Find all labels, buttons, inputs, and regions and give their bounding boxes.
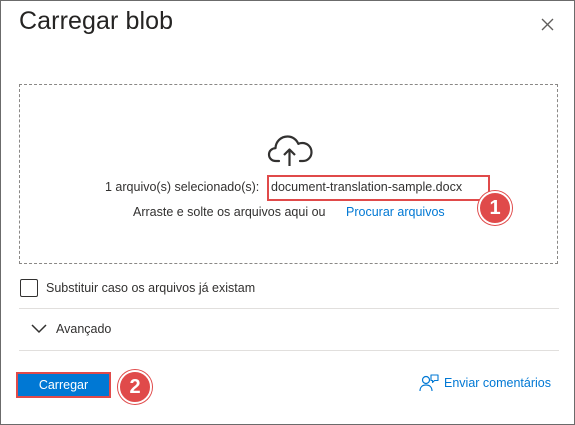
file-drop-zone[interactable] bbox=[19, 84, 558, 264]
advanced-section-toggle[interactable]: Avançado bbox=[19, 319, 219, 341]
callout-badge-1: 1 bbox=[478, 191, 512, 225]
browse-files-link[interactable]: Procurar arquivos bbox=[346, 205, 445, 219]
advanced-section-label: Avançado bbox=[56, 322, 112, 336]
divider bbox=[19, 308, 559, 309]
divider bbox=[19, 350, 559, 351]
chevron-down-icon bbox=[31, 324, 47, 334]
panel-title: Carregar blob bbox=[19, 7, 174, 35]
upload-button[interactable]: Carregar bbox=[16, 372, 111, 398]
selected-file-name: document-translation-sample.docx bbox=[271, 180, 463, 194]
close-button[interactable] bbox=[533, 10, 561, 38]
send-feedback-label: Enviar comentários bbox=[444, 376, 551, 390]
drag-drop-text: Arraste e solte os arquivos aqui ou bbox=[133, 205, 326, 219]
cloud-upload-icon bbox=[267, 135, 313, 166]
feedback-person-icon bbox=[419, 374, 439, 392]
overwrite-checkbox-label[interactable]: Substituir caso os arquivos já existam bbox=[46, 281, 255, 295]
selected-files-label: 1 arquivo(s) selecionado(s): bbox=[105, 180, 260, 194]
callout-badge-2: 2 bbox=[118, 370, 152, 404]
upload-blob-panel: Carregar blob 1 arquivo(s) selecionado(s… bbox=[0, 0, 575, 425]
overwrite-checkbox[interactable] bbox=[20, 279, 38, 297]
close-icon bbox=[541, 18, 554, 31]
selected-file-highlight: document-translation-sample.docx bbox=[267, 175, 490, 201]
